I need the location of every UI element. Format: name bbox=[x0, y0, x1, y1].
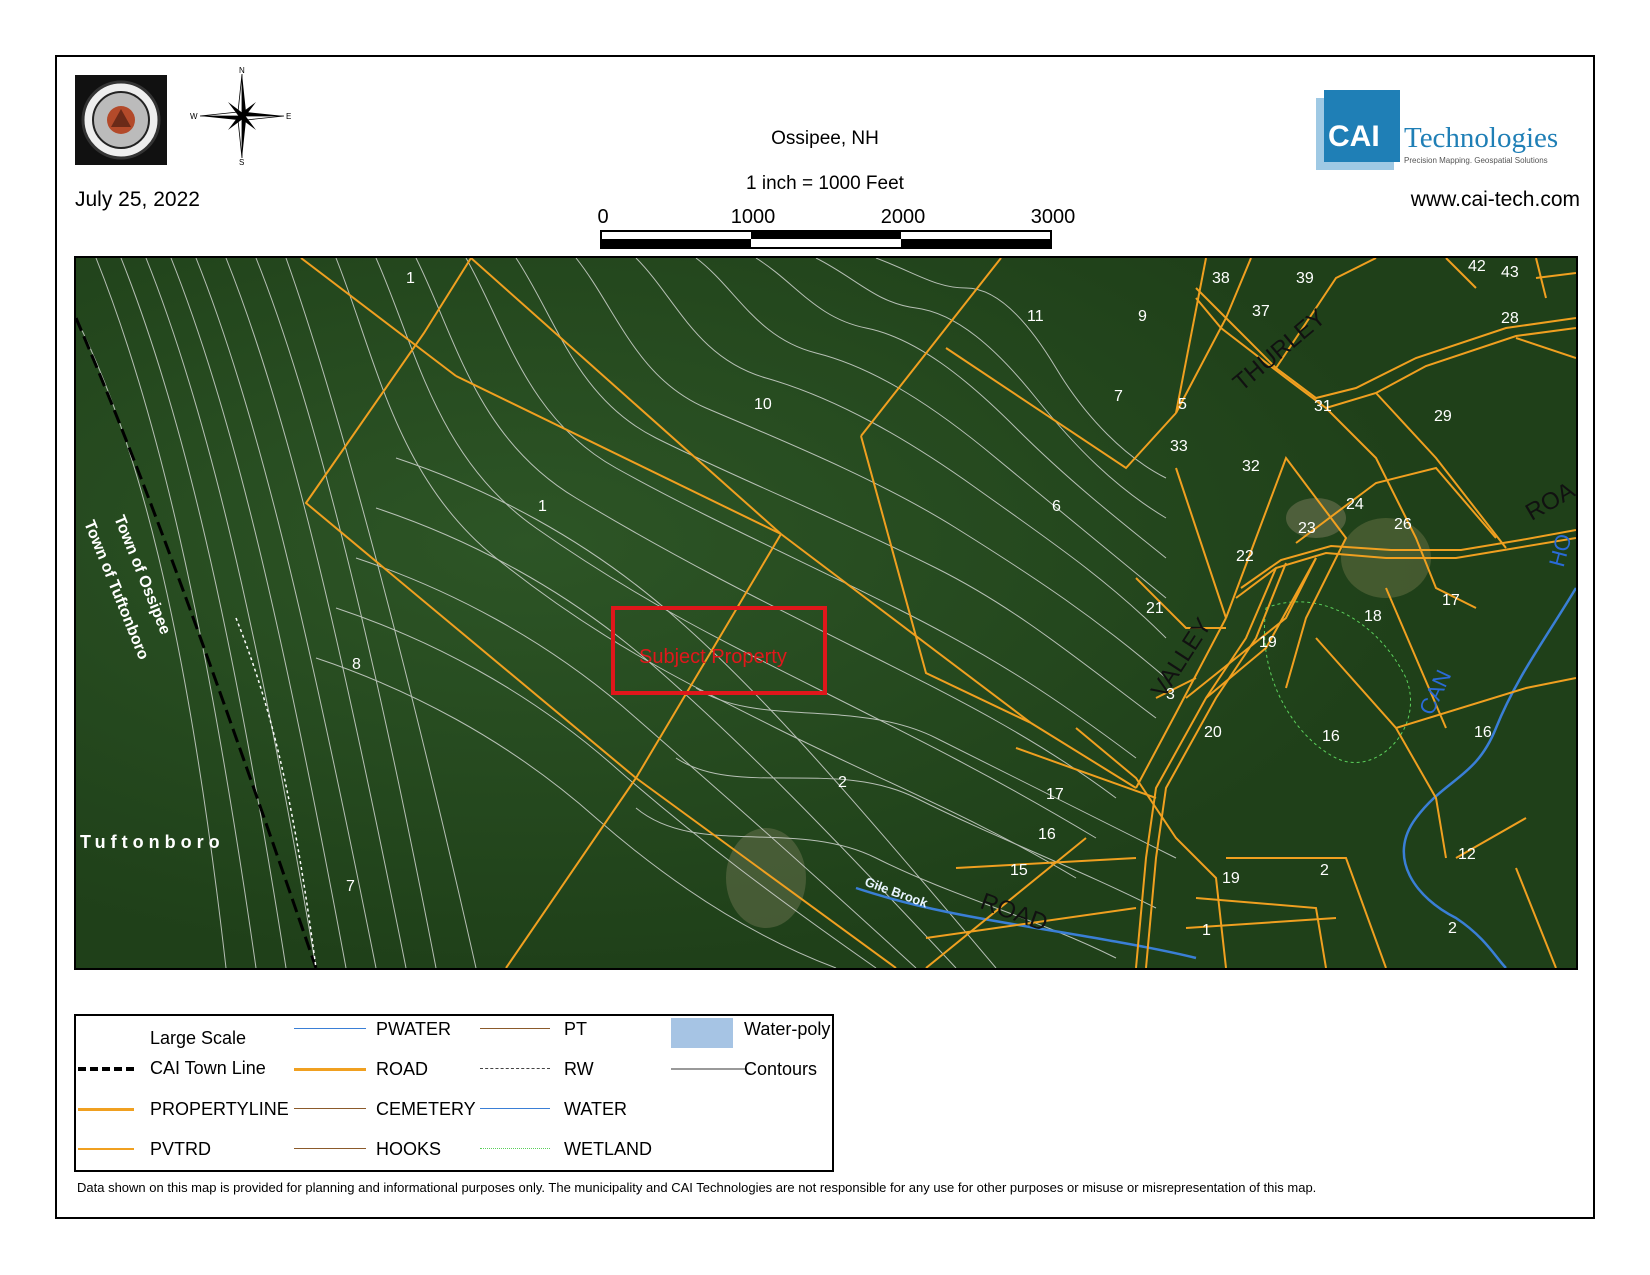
legend-symbol-propertyline bbox=[78, 1108, 134, 1111]
legend-label-large-scale: Large Scale bbox=[150, 1028, 247, 1048]
scale-bar bbox=[600, 230, 1052, 249]
parcel-label: 42 bbox=[1468, 258, 1486, 275]
parcel-label: 16 bbox=[1474, 724, 1492, 741]
parcel-label: 23 bbox=[1298, 520, 1316, 537]
compass-e-label: E bbox=[286, 112, 292, 121]
compass-n-label: N bbox=[239, 66, 245, 75]
parcel-label: 16 bbox=[1322, 728, 1340, 745]
parcel-label: 26 bbox=[1394, 516, 1412, 533]
legend-symbol-hooks bbox=[294, 1148, 366, 1149]
cai-technologies-logo: CAI Technologies Precision Mapping. Geos… bbox=[1316, 90, 1576, 172]
legend-symbol-town-line bbox=[78, 1067, 134, 1071]
parcel-label: 3 bbox=[1166, 686, 1175, 703]
parcel-label: 10 bbox=[754, 396, 772, 413]
scale-tick-0: 0 bbox=[597, 206, 609, 228]
parcel-label: 2 bbox=[1448, 920, 1457, 937]
parcel-label: 17 bbox=[1046, 786, 1064, 803]
town-seal-icon bbox=[75, 75, 167, 165]
legend-label-pt: PT bbox=[564, 1019, 588, 1039]
scale-text: 1 inch = 1000 Feet bbox=[746, 173, 904, 194]
parcel-label: 16 bbox=[1038, 826, 1056, 843]
parcel-label: 7 bbox=[1114, 388, 1123, 405]
parcel-label: 32 bbox=[1242, 458, 1260, 475]
parcel-label: 1 bbox=[406, 270, 415, 287]
cai-logo-tagline: Precision Mapping. Geospatial Solutions bbox=[1404, 156, 1548, 165]
scale-tick-3000: 3000 bbox=[1030, 206, 1076, 228]
tuftonboro-label: Tuftonboro bbox=[80, 832, 225, 852]
parcel-label: 29 bbox=[1434, 408, 1452, 425]
cai-url: www.cai-tech.com bbox=[1410, 188, 1580, 211]
legend-label-water-poly: Water-poly bbox=[744, 1019, 831, 1039]
legend-symbol-water bbox=[480, 1108, 550, 1109]
parcel-label: 2 bbox=[1320, 862, 1329, 879]
legend-symbol-contours bbox=[671, 1068, 747, 1070]
parcel-label: 8 bbox=[352, 656, 361, 673]
parcel-label: 43 bbox=[1501, 264, 1519, 281]
parcel-label: 33 bbox=[1170, 438, 1188, 455]
parcel-label: 28 bbox=[1501, 310, 1519, 327]
parcel-label: 39 bbox=[1296, 270, 1314, 287]
aerial-parcel-map[interactable]: Subject Property Town of Ossipee Town of… bbox=[74, 256, 1578, 970]
parcel-label: 1 bbox=[538, 498, 547, 515]
legend-label-contours: Contours bbox=[744, 1059, 818, 1079]
scale-tick-1000: 1000 bbox=[730, 206, 776, 228]
legend-symbol-cemetery bbox=[294, 1108, 366, 1109]
parcel-label: 11 bbox=[1027, 308, 1044, 325]
legend-symbol-rw bbox=[480, 1068, 550, 1069]
parcel-label: 15 bbox=[1010, 862, 1028, 879]
cai-logo-bold: CAI bbox=[1328, 120, 1380, 153]
scale-tick-2000: 2000 bbox=[880, 206, 926, 228]
parcel-label: 12 bbox=[1458, 846, 1476, 863]
parcel-label: 5 bbox=[1178, 396, 1187, 413]
legend-label-road: ROAD bbox=[376, 1059, 429, 1079]
legend-label-town-line: CAI Town Line bbox=[150, 1058, 266, 1078]
legend-symbol-pt bbox=[480, 1028, 550, 1029]
parcel-label: 18 bbox=[1364, 608, 1382, 625]
parcel-label: 1 bbox=[1202, 922, 1211, 939]
legend-symbol-wetland bbox=[480, 1148, 550, 1149]
cai-logo-rest: Technologies bbox=[1404, 122, 1559, 154]
legend-label-cemetery: CEMETERY bbox=[376, 1099, 476, 1119]
legend-symbol-road bbox=[294, 1068, 366, 1071]
legend-symbol-pvtrd bbox=[78, 1148, 134, 1150]
parcel-label: 9 bbox=[1138, 308, 1147, 325]
legend-label-pwater: PWATER bbox=[376, 1019, 451, 1039]
parcel-label: 37 bbox=[1252, 303, 1270, 320]
compass-s-label: S bbox=[239, 158, 245, 167]
parcel-label: 2 bbox=[838, 774, 847, 791]
legend-label-hooks: HOOKS bbox=[376, 1139, 442, 1159]
legend-label-pvtrd: PVTRD bbox=[150, 1139, 212, 1159]
parcel-label: 21 bbox=[1146, 600, 1164, 617]
legend-label-rw: RW bbox=[564, 1059, 594, 1079]
map-title: Ossipee, NH bbox=[771, 128, 879, 149]
legend-symbol-water-poly bbox=[671, 1018, 733, 1048]
parcel-label: 31 bbox=[1314, 398, 1332, 415]
parcel-label: 38 bbox=[1212, 270, 1230, 287]
parcel-label: 19 bbox=[1222, 870, 1240, 887]
north-arrow-icon: N W E S bbox=[190, 66, 291, 167]
subject-property-label[interactable]: Subject Property bbox=[639, 646, 787, 669]
disclaimer-text: Data shown on this map is provided for p… bbox=[77, 1180, 1317, 1195]
parcel-label: 24 bbox=[1346, 496, 1364, 513]
legend-symbol-pwater bbox=[294, 1028, 366, 1029]
legend-label-propertyline: PROPERTYLINE bbox=[150, 1099, 289, 1119]
parcel-label: 7 bbox=[346, 878, 355, 895]
parcel-label: 20 bbox=[1204, 724, 1222, 741]
parcel-label: 17 bbox=[1442, 592, 1460, 609]
parcel-label: 19 bbox=[1259, 634, 1277, 651]
legend-label-water: WATER bbox=[564, 1099, 627, 1119]
map-date: July 25, 2022 bbox=[75, 188, 200, 211]
parcel-label: 22 bbox=[1236, 548, 1254, 565]
parcel-label: 6 bbox=[1052, 498, 1061, 515]
legend-label-wetland: WETLAND bbox=[564, 1139, 653, 1159]
map-legend: Large Scale CAI Town Line PROPERTYLINE P… bbox=[74, 1014, 834, 1172]
compass-w-label: W bbox=[190, 112, 198, 121]
